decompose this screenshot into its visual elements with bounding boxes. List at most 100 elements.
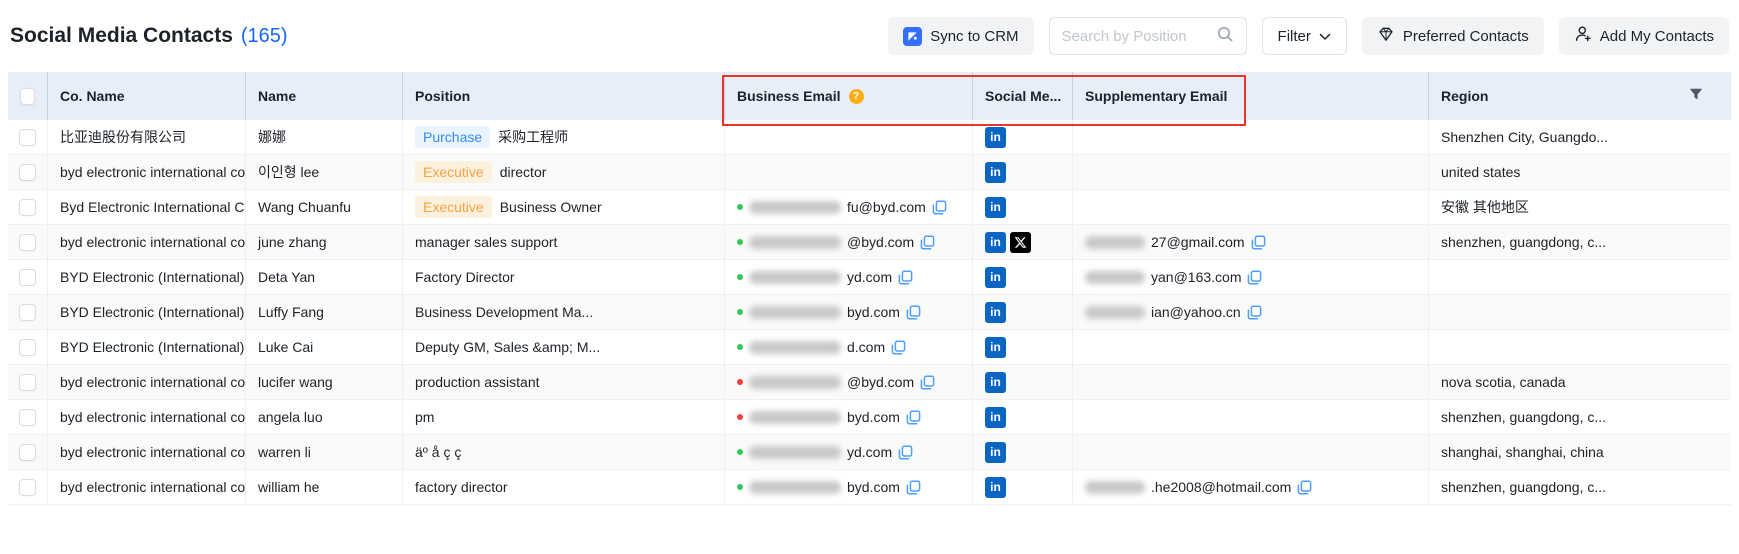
linkedin-icon[interactable]: in: [985, 407, 1006, 428]
add-my-contacts-label: Add My Contacts: [1600, 28, 1714, 45]
copy-icon[interactable]: [920, 235, 935, 250]
email-status-dot: [737, 274, 743, 280]
position-badge: Purchase: [415, 126, 490, 148]
supplementary-email-cell: yan@163.com: [1073, 260, 1429, 294]
table-row: byd electronic international co ltd ange…: [8, 400, 1731, 435]
company-cell: Byd Electronic International Co ...: [48, 190, 246, 224]
copy-icon[interactable]: [906, 410, 921, 425]
position-badge: Executive: [415, 196, 492, 218]
supplementary-email-cell: .he2008@hotmail.com: [1073, 470, 1429, 504]
business-email-cell: byd.com: [725, 470, 973, 504]
table-body: 比亚迪股份有限公司 娜娜 Purchase 采购工程师 in Shenzhen …: [8, 120, 1731, 505]
sync-to-crm-button[interactable]: Sync to CRM: [888, 17, 1033, 55]
supplementary-email-cell: [1073, 120, 1429, 154]
search-input[interactable]: [1062, 28, 1208, 45]
copy-icon[interactable]: [906, 480, 921, 495]
email-text: yan@163.com: [1151, 269, 1241, 285]
copy-icon[interactable]: [906, 305, 921, 320]
company-cell: byd electronic international co ltd: [48, 470, 246, 504]
row-checkbox[interactable]: [19, 339, 36, 356]
position-cell: pm: [403, 400, 725, 434]
position-text: factory director: [415, 479, 508, 495]
copy-icon[interactable]: [920, 375, 935, 390]
supplementary-email-cell: [1073, 155, 1429, 189]
row-checkbox[interactable]: [19, 199, 36, 216]
supplementary-email-cell: [1073, 365, 1429, 399]
copy-icon[interactable]: [1247, 270, 1262, 285]
social-media-cell: in: [973, 295, 1073, 329]
position-text: Deputy GM, Sales &amp; M...: [415, 339, 600, 355]
business-email-cell: @byd.com: [725, 365, 973, 399]
select-all-checkbox[interactable]: [20, 88, 35, 105]
region-filter-icon[interactable]: [1689, 88, 1703, 104]
company-cell: BYD Electronic (International) C...: [48, 330, 246, 364]
x-icon[interactable]: [1010, 232, 1031, 253]
help-icon[interactable]: ?: [849, 89, 864, 104]
checkbox-cell: [8, 400, 48, 434]
gem-icon: [1377, 25, 1395, 47]
copy-icon[interactable]: [891, 340, 906, 355]
checkbox-cell: [8, 155, 48, 189]
position-cell: Executive director: [403, 155, 725, 189]
row-checkbox[interactable]: [19, 164, 36, 181]
linkedin-icon[interactable]: in: [985, 302, 1006, 323]
region-cell: united states: [1429, 155, 1731, 189]
name-cell: Luke Cai: [246, 330, 403, 364]
row-checkbox[interactable]: [19, 444, 36, 461]
name-cell: 娜娜: [246, 120, 403, 154]
region-cell: [1429, 330, 1731, 364]
redacted-text: [749, 411, 841, 424]
position-text: äº å ç ç: [415, 444, 461, 460]
copy-icon[interactable]: [932, 200, 947, 215]
position-text: Factory Director: [415, 269, 515, 285]
linkedin-icon[interactable]: in: [985, 337, 1006, 358]
position-cell: Purchase 采购工程师: [403, 120, 725, 154]
email-status-dot: [737, 344, 743, 350]
linkedin-icon[interactable]: in: [985, 127, 1006, 148]
linkedin-icon[interactable]: in: [985, 197, 1006, 218]
row-checkbox[interactable]: [19, 234, 36, 251]
row-checkbox[interactable]: [19, 374, 36, 391]
position-cell: production assistant: [403, 365, 725, 399]
social-media-cell: in: [973, 400, 1073, 434]
copy-icon[interactable]: [898, 445, 913, 460]
preferred-contacts-button[interactable]: Preferred Contacts: [1362, 17, 1544, 55]
redacted-text: [1085, 481, 1145, 494]
social-media-cell: in: [973, 190, 1073, 224]
linkedin-icon[interactable]: in: [985, 477, 1006, 498]
email-text: byd.com: [847, 479, 900, 495]
position-text: pm: [415, 409, 434, 425]
email-text: fu@byd.com: [847, 199, 926, 215]
redacted-text: [749, 376, 841, 389]
copy-icon[interactable]: [898, 270, 913, 285]
position-cell: Executive Business Owner: [403, 190, 725, 224]
row-checkbox[interactable]: [19, 409, 36, 426]
region-cell: 安徽 其他地区: [1429, 190, 1731, 224]
social-media-cell: in: [973, 365, 1073, 399]
add-my-contacts-button[interactable]: Add My Contacts: [1559, 17, 1729, 55]
copy-icon[interactable]: [1251, 235, 1266, 250]
linkedin-icon[interactable]: in: [985, 267, 1006, 288]
table-row: byd electronic international co ltd will…: [8, 470, 1731, 505]
row-checkbox[interactable]: [19, 269, 36, 286]
search-icon[interactable]: [1216, 25, 1234, 48]
name-cell: Deta Yan: [246, 260, 403, 294]
linkedin-icon[interactable]: in: [985, 232, 1006, 253]
filter-button[interactable]: Filter: [1262, 17, 1347, 55]
preferred-contacts-label: Preferred Contacts: [1403, 28, 1529, 45]
copy-icon[interactable]: [1297, 480, 1312, 495]
linkedin-icon[interactable]: in: [985, 162, 1006, 183]
row-checkbox[interactable]: [19, 129, 36, 146]
copy-icon[interactable]: [1247, 305, 1262, 320]
position-cell: äº å ç ç: [403, 435, 725, 469]
linkedin-icon[interactable]: in: [985, 442, 1006, 463]
select-all-cell: [8, 72, 48, 120]
linkedin-icon[interactable]: in: [985, 372, 1006, 393]
filter-label: Filter: [1278, 28, 1311, 45]
crm-app-icon: [903, 27, 922, 46]
email-text: yd.com: [847, 444, 892, 460]
social-media-contacts-page: Social Media Contacts (165) Sync to CRM …: [0, 0, 1739, 554]
row-checkbox[interactable]: [19, 304, 36, 321]
row-checkbox[interactable]: [19, 479, 36, 496]
company-cell: byd electronic international co ltd: [48, 225, 246, 259]
